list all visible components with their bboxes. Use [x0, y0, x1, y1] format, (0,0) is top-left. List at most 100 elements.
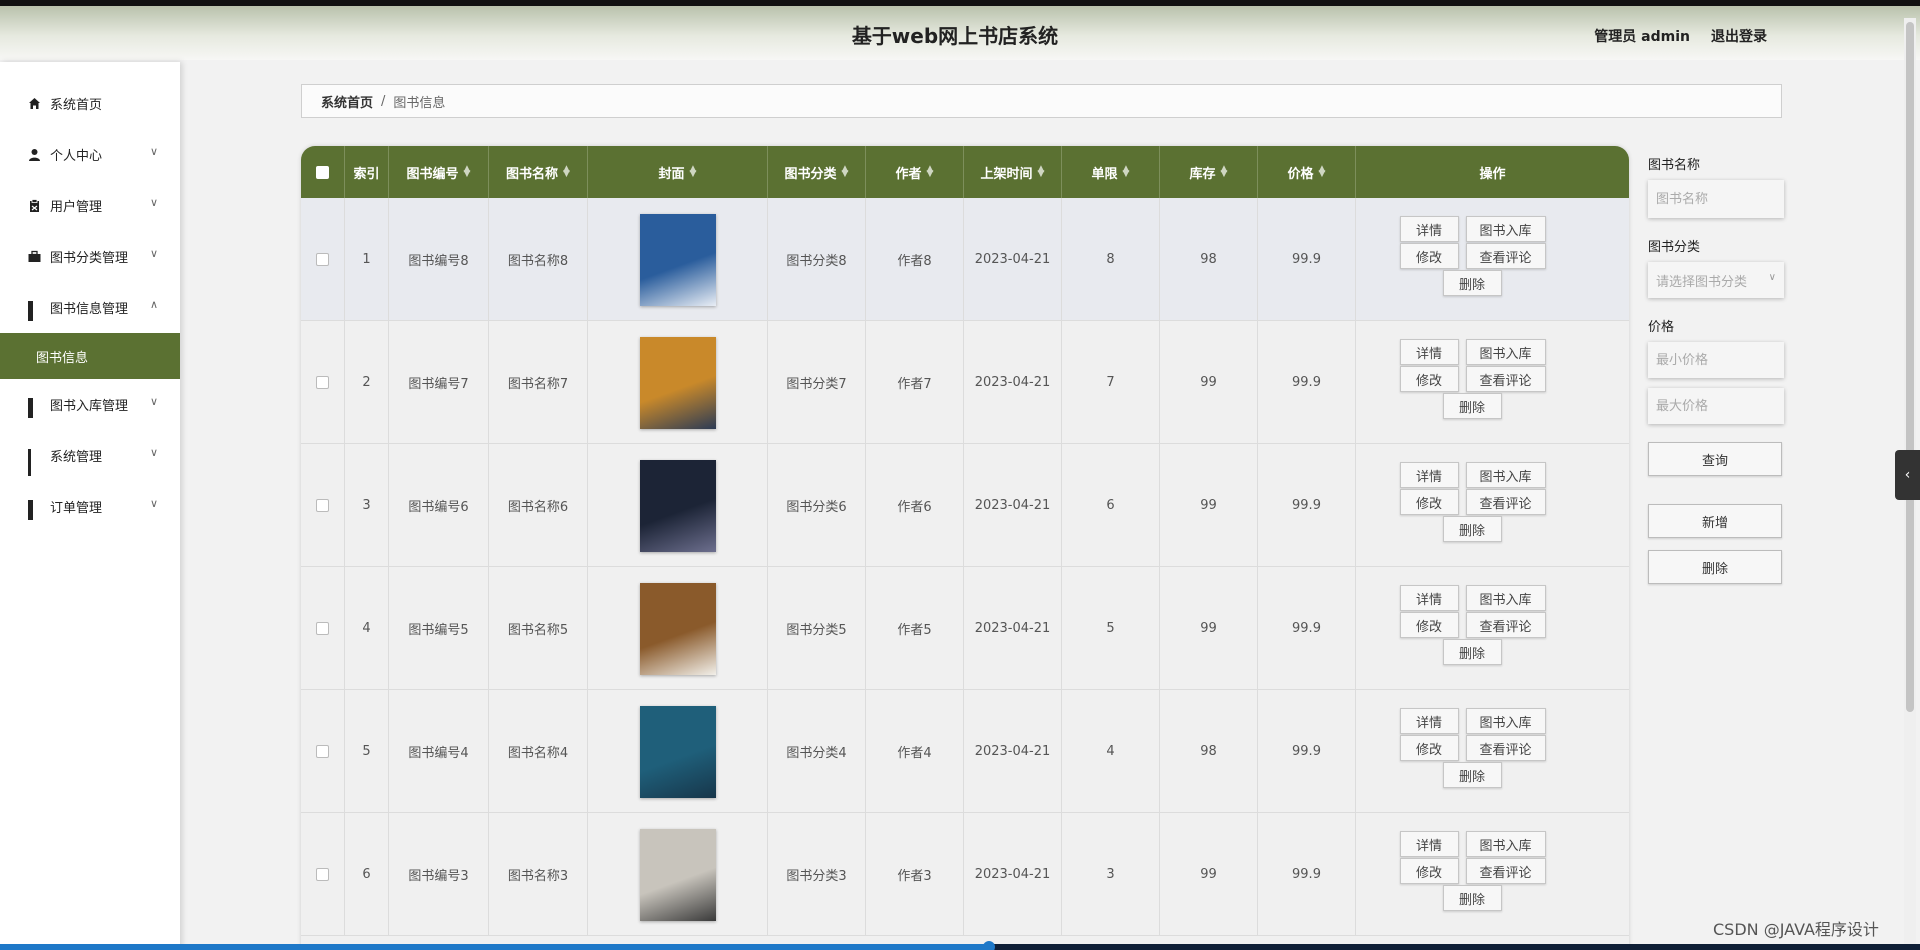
book-cover-image[interactable] [639, 336, 716, 429]
stock-in-button[interactable]: 图书入库 [1465, 831, 1546, 857]
sidebar-item-home[interactable]: 系统首页 [0, 78, 180, 129]
cell-price: 99.9 [1258, 813, 1356, 936]
edit-button[interactable]: 修改 [1399, 858, 1459, 884]
min-price-input[interactable] [1648, 342, 1784, 378]
edit-button[interactable]: 修改 [1399, 366, 1459, 392]
sidebar-item-label: 图书入库管理 [50, 399, 129, 414]
edit-button[interactable]: 修改 [1399, 612, 1459, 638]
side-expand-tab[interactable]: ‹ [1895, 450, 1920, 500]
stock-in-button[interactable]: 图书入库 [1465, 585, 1546, 611]
sort-icon: ▲ ▼ [1220, 164, 1228, 179]
view-reviews-button[interactable]: 查看评论 [1465, 243, 1546, 269]
delete-button[interactable]: 删除 [1442, 270, 1502, 296]
stock-in-button[interactable]: 图书入库 [1465, 462, 1546, 488]
sidebar-subitem-bookinfo[interactable]: 图书信息 [0, 333, 180, 379]
sidebar-item-users[interactable]: 用户管理 ∨ [0, 180, 180, 231]
row-actions: 详情 图书入库 修改 查看评论 删除 [1358, 567, 1628, 690]
book-cover-image[interactable] [639, 828, 716, 921]
user-label: 管理员 admin [1594, 29, 1690, 45]
view-reviews-button[interactable]: 查看评论 [1465, 858, 1546, 884]
col-price[interactable]: 价格 ▲ ▼ [1258, 146, 1356, 198]
cell-cover [588, 444, 768, 567]
sidebar-item-category[interactable]: 图书分类管理 ∨ [0, 231, 180, 282]
name-filter-input[interactable] [1648, 180, 1784, 218]
row-actions: 详情 图书入库 修改 查看评论 删除 [1358, 321, 1628, 444]
sidebar: 系统首页 个人中心 ∨ 用户管理 ∨ 图书分类管理 ∨ 图书信息管理 ∧ 图书信… [0, 62, 180, 950]
sort-icon: ▲ ▼ [841, 164, 849, 179]
delete-button[interactable]: 删除 [1442, 762, 1502, 788]
view-reviews-button[interactable]: 查看评论 [1465, 735, 1546, 761]
sidebar-item-stockin[interactable]: 图书入库管理 ∨ [0, 379, 180, 430]
edit-button[interactable]: 修改 [1399, 243, 1459, 269]
book-table: 索引 图书编号 ▲ ▼ 图书名称 ▲ ▼ 封面 ▲ ▼ 图书分类 ▲ ▼ 作者 ▲ ▼ 上架时间 ▲ ▼… [301, 146, 1629, 950]
sidebar-item-system[interactable]: 系统管理 ∨ [0, 430, 180, 481]
cell-category: 图书分类3 [768, 813, 866, 936]
header: 基于web网上书店系统 管理员 admin 退出登录 [0, 6, 1920, 60]
cell-category: 图书分类4 [768, 690, 866, 813]
select-all-checkbox[interactable] [316, 165, 329, 179]
row-checkbox[interactable] [316, 868, 329, 881]
sidebar-item-orders[interactable]: 订单管理 ∨ [0, 481, 180, 532]
edit-button[interactable]: 修改 [1399, 489, 1459, 515]
progress-handle[interactable] [983, 941, 995, 950]
col-code[interactable]: 图书编号 ▲ ▼ [389, 146, 489, 198]
detail-button[interactable]: 详情 [1399, 831, 1459, 857]
col-category[interactable]: 图书分类 ▲ ▼ [768, 146, 866, 198]
detail-button[interactable]: 详情 [1399, 339, 1459, 365]
view-reviews-button[interactable]: 查看评论 [1465, 366, 1546, 392]
video-progress-bar[interactable] [0, 941, 1920, 950]
stock-in-button[interactable]: 图书入库 [1465, 339, 1546, 365]
detail-button[interactable]: 详情 [1399, 708, 1459, 734]
delete-button[interactable]: 删除 [1442, 885, 1502, 911]
breadcrumb-home[interactable]: 系统首页 [321, 92, 373, 111]
cell-stock: 99 [1160, 813, 1258, 936]
grid9-icon [28, 449, 41, 476]
delete-button[interactable]: 删除 [1442, 639, 1502, 665]
stock-in-button[interactable]: 图书入库 [1465, 708, 1546, 734]
cell-price: 99.9 [1258, 321, 1356, 444]
row-checkbox[interactable] [316, 253, 329, 266]
delete-button[interactable]: 删除 [1442, 393, 1502, 419]
sort-icon: ▲ ▼ [563, 164, 570, 179]
row-checkbox[interactable] [316, 499, 329, 512]
sidebar-item-bookinfo[interactable]: 图书信息管理 ∧ [0, 282, 180, 333]
book-cover-image[interactable] [639, 213, 716, 306]
table-header: 索引 图书编号 ▲ ▼ 图书名称 ▲ ▼ 封面 ▲ ▼ 图书分类 ▲ ▼ 作者 ▲ ▼ 上架时间 ▲ ▼… [301, 146, 1629, 198]
category-filter-select[interactable]: 请选择图书分类 ∨ [1648, 262, 1784, 298]
page-scrollbar-thumb[interactable] [1906, 22, 1914, 712]
chevron-down-icon: ∨ [1768, 272, 1776, 283]
detail-button[interactable]: 详情 [1399, 585, 1459, 611]
row-checkbox[interactable] [316, 622, 329, 635]
cell-category: 图书分类5 [768, 567, 866, 690]
row-checkbox[interactable] [316, 376, 329, 389]
col-name[interactable]: 图书名称 ▲ ▼ [489, 146, 588, 198]
detail-button[interactable]: 详情 [1399, 216, 1459, 242]
add-button[interactable]: 新增 [1648, 504, 1782, 538]
detail-button[interactable]: 详情 [1399, 462, 1459, 488]
book-cover-image[interactable] [639, 459, 716, 552]
edit-button[interactable]: 修改 [1399, 735, 1459, 761]
stock-in-button[interactable]: 图书入库 [1465, 216, 1546, 242]
chevron-down-icon: ∨ [149, 247, 158, 260]
col-author[interactable]: 作者 ▲ ▼ [866, 146, 964, 198]
sidebar-item-profile[interactable]: 个人中心 ∨ [0, 129, 180, 180]
book-cover-image[interactable] [639, 705, 716, 798]
col-stock[interactable]: 库存 ▲ ▼ [1160, 146, 1258, 198]
col-date[interactable]: 上架时间 ▲ ▼ [964, 146, 1062, 198]
row-checkbox[interactable] [316, 745, 329, 758]
query-button[interactable]: 查询 [1648, 442, 1782, 476]
batch-delete-button[interactable]: 删除 [1648, 550, 1782, 584]
view-reviews-button[interactable]: 查看评论 [1465, 612, 1546, 638]
logout-link[interactable]: 退出登录 [1711, 26, 1767, 46]
delete-button[interactable]: 删除 [1442, 516, 1502, 542]
cell-limit: 8 [1062, 198, 1160, 321]
view-reviews-button[interactable]: 查看评论 [1465, 489, 1546, 515]
max-price-input[interactable] [1648, 388, 1784, 424]
book-cover-image[interactable] [639, 582, 716, 675]
cell-index: 2 [345, 321, 389, 444]
cell-date: 2023-04-21 [964, 321, 1062, 444]
col-limit[interactable]: 单限 ▲ ▼ [1062, 146, 1160, 198]
cell-actions: 详情 图书入库 修改 查看评论 删除 [1356, 444, 1629, 567]
col-cover[interactable]: 封面 ▲ ▼ [588, 146, 768, 198]
cell-code: 图书编号6 [389, 444, 489, 567]
